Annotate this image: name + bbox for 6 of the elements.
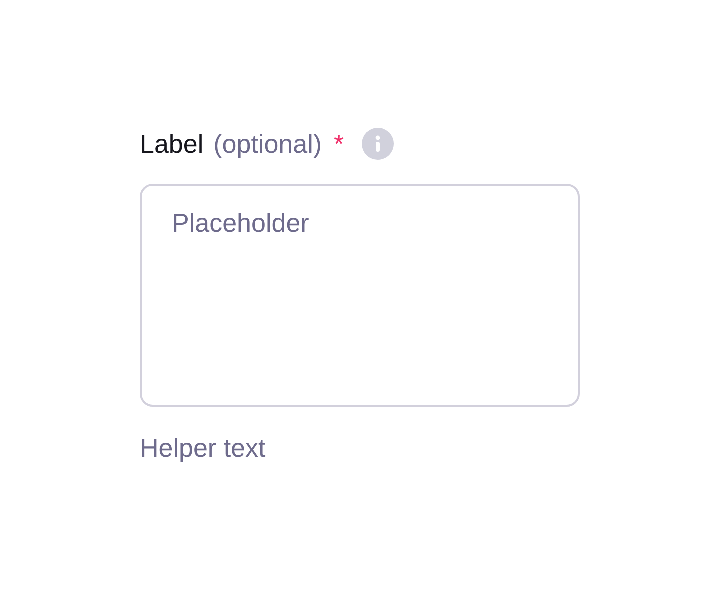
helper-text: Helper text: [140, 432, 267, 465]
field-label: Label: [140, 128, 204, 160]
optional-text: (optional): [214, 128, 322, 160]
required-mark: *: [334, 128, 344, 160]
text-area[interactable]: Placeholder: [140, 184, 580, 407]
info-icon[interactable]: [362, 128, 394, 160]
